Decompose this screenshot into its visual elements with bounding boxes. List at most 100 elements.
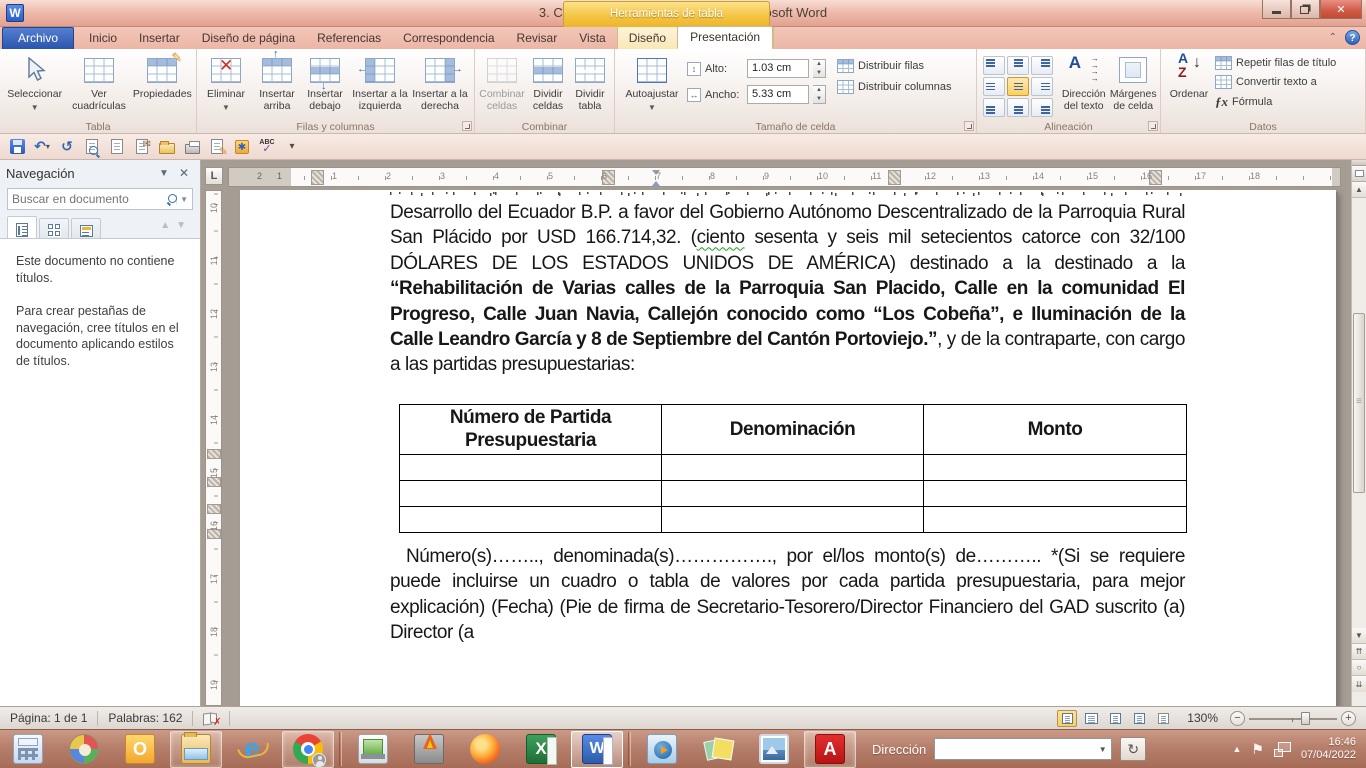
- next-page-button[interactable]: ⇊: [1352, 676, 1366, 692]
- address-go-button[interactable]: ↻: [1120, 737, 1146, 761]
- alto-stepper[interactable]: ▲▼: [813, 59, 826, 78]
- document-paragraph-2[interactable]: Número(s)…….., denominada(s)……………., por …: [390, 544, 1185, 646]
- outline-view-button[interactable]: [1129, 710, 1149, 727]
- spelling-grammar-icon[interactable]: ABC✓: [258, 138, 276, 156]
- ver-cuadriculas-button[interactable]: Ver cuadrículas: [67, 52, 130, 120]
- taskbar-paint[interactable]: [58, 731, 110, 768]
- redo-icon[interactable]: ↺: [58, 138, 76, 156]
- v-ruler[interactable]: 10111213141516171819: [205, 190, 222, 706]
- zoom-slider[interactable]: [1249, 711, 1337, 726]
- insertar-izquierda-button[interactable]: ← Insertar a la izquierda: [349, 52, 411, 120]
- ruler-toggle-button[interactable]: [1352, 166, 1366, 182]
- previous-page-button[interactable]: ⇈: [1352, 644, 1366, 660]
- page-indicator[interactable]: Página: 1 de 1: [0, 711, 97, 725]
- tab-diseno-de-pagina[interactable]: Diseño de página: [191, 28, 306, 49]
- taskbar-chrome[interactable]: [282, 731, 334, 768]
- margenes-de-celda-button[interactable]: Márgenes de celda: [1109, 52, 1159, 120]
- table-row-marker[interactable]: [207, 449, 221, 459]
- table-column-marker[interactable]: [311, 170, 324, 185]
- restore-button[interactable]: [1291, 0, 1320, 19]
- propiedades-button[interactable]: ✎ Propiedades: [131, 52, 194, 120]
- table-row-marker[interactable]: [207, 477, 221, 487]
- table-row[interactable]: [400, 454, 1187, 480]
- customize-qat-icon[interactable]: ▾: [283, 138, 301, 156]
- dialog-launcher-filas[interactable]: [462, 121, 472, 131]
- table-cell-empty[interactable]: [400, 506, 662, 532]
- zoom-in-button[interactable]: +: [1341, 711, 1356, 726]
- eliminar-button[interactable]: ✕ Eliminar ▼: [199, 52, 253, 120]
- tab-diseno-tabla[interactable]: Diseño: [618, 28, 677, 49]
- align-top-left-button[interactable]: [983, 56, 1005, 75]
- zoom-level[interactable]: 130%: [1187, 711, 1218, 725]
- show-hidden-icons-chevron[interactable]: ▲: [1232, 744, 1241, 754]
- table-row[interactable]: [400, 480, 1187, 506]
- taskbar-word[interactable]: W: [571, 731, 623, 768]
- align-bottom-center-button[interactable]: [1007, 98, 1029, 117]
- search-options-caret-icon[interactable]: ▼: [176, 195, 188, 204]
- web-layout-view-button[interactable]: [1105, 710, 1125, 727]
- align-center-button[interactable]: [1007, 77, 1029, 96]
- seleccionar-button[interactable]: Seleccionar ▼: [2, 52, 67, 120]
- open-folder-icon[interactable]: [158, 138, 176, 156]
- pane-close-icon[interactable]: ✕: [174, 166, 194, 180]
- scrollbar-track[interactable]: [1352, 198, 1366, 628]
- network-tray-icon[interactable]: [1274, 742, 1291, 757]
- scroll-down-arrow[interactable]: ▼: [1352, 628, 1366, 644]
- alto-input[interactable]: 1.03 cm: [747, 59, 809, 78]
- print-preview-icon[interactable]: [83, 138, 101, 156]
- search-box[interactable]: ▼: [7, 188, 193, 210]
- table-column-marker[interactable]: [888, 170, 901, 185]
- tab-insertar[interactable]: Insertar: [128, 28, 191, 49]
- taskbar-calculator[interactable]: [2, 731, 54, 768]
- taskbar-photo-viewer[interactable]: [748, 731, 800, 768]
- insertar-arriba-button[interactable]: ↑ Insertar arriba: [253, 52, 301, 120]
- scrollbar-thumb[interactable]: [1353, 313, 1365, 493]
- distribuir-columnas-button[interactable]: Distribuir columnas: [837, 80, 969, 94]
- tab-archivo[interactable]: Archivo: [2, 27, 74, 49]
- align-center-left-button[interactable]: [983, 77, 1005, 96]
- search-icon[interactable]: [167, 193, 171, 205]
- tab-vista[interactable]: Vista: [568, 28, 616, 49]
- zoom-out-button[interactable]: −: [1230, 711, 1245, 726]
- attach-icon[interactable]: ✉: [133, 138, 151, 156]
- align-top-center-button[interactable]: [1007, 56, 1029, 75]
- collapse-ribbon-icon[interactable]: ⌃: [1329, 32, 1337, 43]
- formula-button[interactable]: ƒx Fórmula: [1215, 94, 1336, 110]
- tab-revisar[interactable]: Revisar: [506, 28, 569, 49]
- action-center-flag-icon[interactable]: ⚑: [1251, 741, 1264, 758]
- dividir-celdas-button[interactable]: Dividir celdas: [527, 52, 569, 120]
- table-cell-empty[interactable]: [924, 454, 1187, 480]
- taskbar-windows-explorer[interactable]: [170, 731, 222, 768]
- help-icon[interactable]: ?: [1345, 30, 1360, 45]
- tab-correspondencia[interactable]: Correspondencia: [392, 28, 505, 49]
- convertir-texto-button[interactable]: Convertir texto a: [1215, 75, 1336, 89]
- vertical-scrollbar[interactable]: ▲ ▼ ⇈ ○ ⇊: [1351, 160, 1366, 706]
- tab-presentacion[interactable]: Presentación: [677, 26, 773, 49]
- autoajustar-button[interactable]: Autoajustar ▼: [617, 52, 687, 120]
- align-bottom-left-button[interactable]: [983, 98, 1005, 117]
- tab-selector-button[interactable]: L: [205, 167, 223, 185]
- minimize-button[interactable]: [1262, 0, 1291, 19]
- table-cell-empty[interactable]: [662, 480, 924, 506]
- table-header-cell[interactable]: Monto: [924, 404, 1187, 454]
- ancho-input[interactable]: 5.33 cm: [747, 85, 809, 104]
- table-cell-empty[interactable]: [400, 480, 662, 506]
- search-input[interactable]: [12, 192, 167, 206]
- insertar-debajo-button[interactable]: ↓ Insertar debajo: [301, 52, 349, 120]
- table-row-marker[interactable]: [207, 504, 221, 514]
- taskbar-internet-explorer[interactable]: e: [226, 731, 278, 768]
- draft-view-button[interactable]: [1153, 710, 1173, 727]
- pane-options-caret-icon[interactable]: ▼: [154, 168, 174, 179]
- table-cell-empty[interactable]: [662, 454, 924, 480]
- table-cell-empty[interactable]: [924, 506, 1187, 532]
- taskbar-outlook[interactable]: O: [114, 731, 166, 768]
- taskbar-excel[interactable]: X: [515, 731, 567, 768]
- quick-print-icon[interactable]: [183, 138, 201, 156]
- taskbar-sticky-notes[interactable]: [692, 731, 744, 768]
- clock[interactable]: 16:46 07/04/2022: [1301, 736, 1356, 763]
- save-icon[interactable]: [8, 138, 26, 156]
- document-page[interactable]: Desarrollo del Ecuador B.P. a favor del …: [240, 190, 1336, 706]
- undo-icon[interactable]: ↶▾: [33, 138, 51, 156]
- taskbar-media-player[interactable]: [636, 731, 688, 768]
- nav-prev-next-arrows[interactable]: ▲▼: [160, 220, 192, 231]
